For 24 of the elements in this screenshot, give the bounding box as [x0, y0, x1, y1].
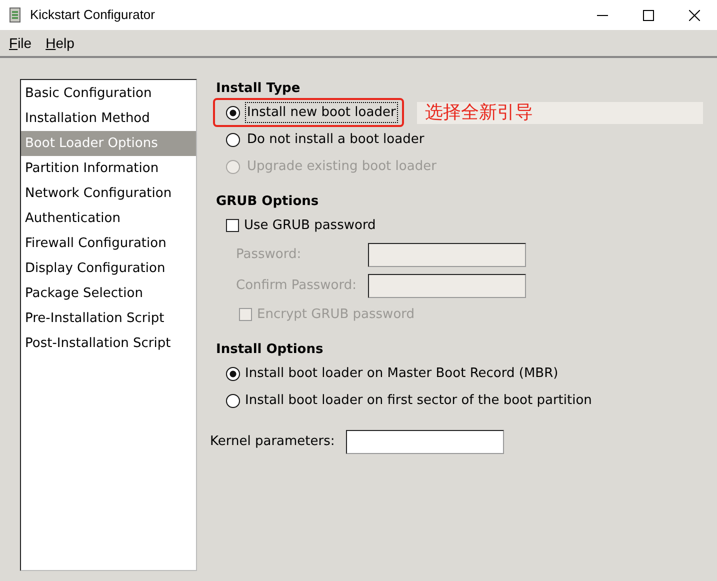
field-label: Confirm Password:	[236, 276, 358, 295]
close-icon	[688, 10, 700, 20]
annotation-text: 选择全新引导	[416, 102, 703, 124]
checkbox[interactable]	[226, 219, 239, 232]
option-label[interactable]: Install boot loader on first sector of the boot partition	[245, 390, 592, 410]
radio-button[interactable]	[226, 106, 240, 120]
menu-item[interactable]: Help	[46, 32, 74, 54]
field-label: Password:	[236, 246, 302, 264]
kernel-parameters-field[interactable]	[346, 430, 504, 454]
option-label[interactable]: Install new boot loader	[245, 102, 398, 124]
section-title: Install Type	[215, 80, 302, 97]
radio-button[interactable]	[226, 366, 240, 380]
radio-button[interactable]	[226, 132, 240, 146]
maximize-icon	[642, 10, 654, 20]
radio-button[interactable]	[226, 394, 240, 408]
option-label[interactable]: Install boot loader on Master Boot Record (MBR)	[245, 364, 558, 384]
menu-item[interactable]: File	[9, 32, 32, 54]
checkbox-label[interactable]: Use GRUB password	[244, 216, 376, 236]
section-title: GRUB Options	[215, 193, 320, 210]
option-label[interactable]: Do not install a boot loader	[245, 128, 426, 150]
window-title: Kickstart Configurator	[30, 6, 155, 24]
app-icon	[8, 7, 22, 23]
field-label: Kernel parameters:	[210, 433, 336, 452]
section-title: Install Options	[215, 341, 324, 358]
